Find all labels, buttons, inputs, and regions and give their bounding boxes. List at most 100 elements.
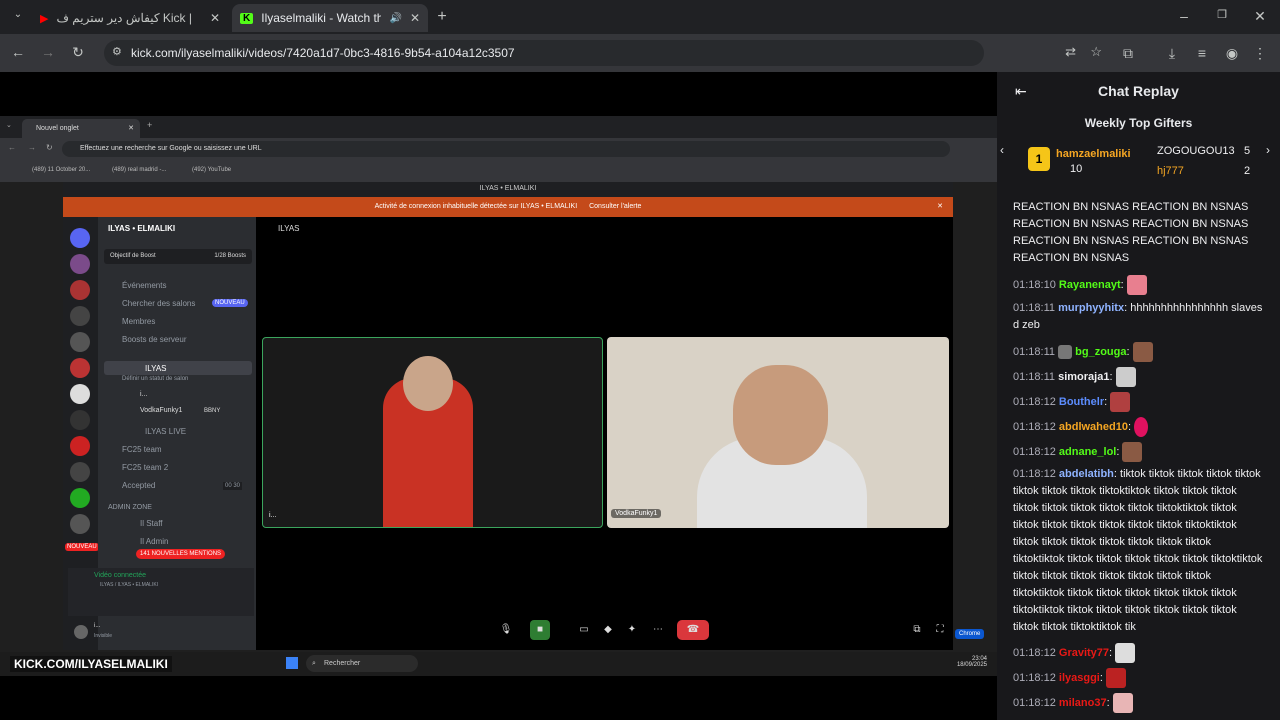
emote-icon: [1126, 275, 1147, 295]
voice-user[interactable]: VodkaFunky1: [140, 407, 182, 414]
voice-channel-item[interactable]: Accepted: [122, 481, 155, 490]
translate-icon[interactable]: ⇄: [1065, 44, 1076, 60]
voice-channel-item[interactable]: ILYAS LIVE: [145, 427, 186, 436]
back-icon[interactable]: ←: [8, 44, 28, 60]
tab-kick[interactable]: K Ilyaselmaliki - Watch the VC 🔊 ✕: [232, 4, 428, 32]
tab-search-icon[interactable]: ⌄: [8, 9, 28, 20]
chat-username[interactable]: murphyyhitx: [1058, 302, 1124, 314]
chat-username[interactable]: bg_zouga: [1075, 346, 1126, 358]
gifter-name[interactable]: ZOGOUGOU13: [1157, 145, 1235, 157]
emote-icon: [1115, 367, 1136, 387]
category-admin-zone[interactable]: ADMIN ZONE: [108, 504, 152, 511]
menu-icon[interactable]: ⋮: [1250, 45, 1270, 62]
chat-username[interactable]: simoraja1: [1058, 371, 1109, 383]
window-close-icon[interactable]: ✕: [1250, 8, 1270, 25]
chat-username[interactable]: abdelatibh: [1059, 468, 1114, 480]
reload-icon: ↻: [46, 143, 53, 152]
voice-channel-item[interactable]: FC25 team: [122, 445, 162, 454]
menu-events[interactable]: Événements: [122, 281, 166, 290]
menu-server-boosts[interactable]: Boosts de serveur: [122, 335, 186, 344]
user-limit: 00 30: [223, 482, 243, 490]
speaker-icon[interactable]: 🔊: [389, 13, 401, 24]
chat-message: 01:18:11 bg_zouga:: [1013, 342, 1263, 362]
cam-label: VodkaFunky1: [611, 509, 662, 518]
webcam-tile-2[interactable]: VodkaFunky1: [607, 337, 949, 528]
download-icon[interactable]: ⤓: [1162, 45, 1182, 62]
person-head: [403, 356, 453, 411]
soundboard-icon[interactable]: ✦: [620, 620, 644, 640]
inner-tab: Nouvel onglet ✕: [22, 119, 140, 138]
emote-icon: [1122, 442, 1143, 462]
server-icon: [70, 462, 90, 482]
camera-icon[interactable]: ■: [530, 620, 550, 640]
voice-channel-item[interactable]: Il Staff: [140, 519, 163, 528]
discord-title: ILYAS • ELMALIKI: [63, 182, 953, 196]
chat-username[interactable]: Bouthelr: [1059, 396, 1104, 408]
reload-icon[interactable]: ↻: [68, 44, 88, 61]
screen-share-icon[interactable]: ▭: [572, 620, 596, 640]
taskbar-clock[interactable]: 23:04 18/09/2025: [955, 656, 987, 668]
avatar[interactable]: [74, 625, 88, 639]
inner-address-bar: ← → ↻ Effectuez une recherche sur Google…: [0, 138, 997, 160]
webcam-tile-1[interactable]: i...: [262, 337, 603, 528]
menu-browse-channels[interactable]: Chercher des salons: [122, 299, 195, 308]
user-name[interactable]: i...: [94, 623, 100, 629]
close-icon[interactable]: ✕: [410, 11, 420, 25]
bookmark-star-icon[interactable]: ☆: [1090, 44, 1102, 60]
tab-title: كيفاش دير ستريم ف Kick | كل ما: [56, 11, 196, 25]
chevron-left-icon[interactable]: ‹: [1000, 143, 1004, 157]
taskbar-search[interactable]: ⌕ Rechercher: [306, 655, 418, 672]
voice-channel-name[interactable]: ILYAS: [145, 364, 167, 373]
menu-members[interactable]: Membres: [122, 317, 155, 326]
extensions-icon[interactable]: ⧉: [1118, 45, 1138, 62]
gifter-name[interactable]: hamzaelmaliki: [1056, 148, 1131, 160]
popout-icon[interactable]: ⧉: [905, 620, 929, 640]
voice-channel-item[interactable]: FC25 team 2: [122, 463, 168, 472]
maximize-icon[interactable]: ❐: [1212, 8, 1232, 21]
chat-username[interactable]: adnane_lol: [1059, 446, 1116, 458]
mentions-pill[interactable]: 141 NOUVELLES MENTIONS: [136, 549, 226, 559]
inner-tabstrip: ⌄ Nouvel onglet ✕ +: [0, 116, 997, 138]
windows-start-icon[interactable]: [286, 657, 298, 669]
url-text[interactable]: kick.com/ilyaselmaliki/videos/7420a1d7-0…: [131, 46, 515, 60]
disconnect-icon[interactable]: ☎: [677, 620, 709, 640]
minimize-icon[interactable]: –: [1174, 8, 1194, 24]
gifter-name[interactable]: hj777: [1157, 165, 1184, 177]
server-icon: [70, 514, 90, 534]
voice-user[interactable]: i...: [140, 391, 147, 398]
chat-username[interactable]: ilyasggi: [1059, 672, 1100, 684]
emote-icon: [1112, 693, 1133, 713]
site-info-icon[interactable]: ⚙: [112, 45, 122, 58]
chat-username[interactable]: milano37: [1059, 697, 1107, 709]
tab-youtube[interactable]: ▶ كيفاش دير ستريم ف Kick | كل ما ✕: [32, 4, 228, 32]
emote-icon: [1132, 342, 1153, 362]
profile-icon[interactable]: ◉: [1222, 45, 1242, 62]
more-options-icon[interactable]: ⋯: [646, 620, 670, 640]
close-icon: ✕: [937, 203, 943, 210]
inner-bookmarks-bar: (489) 11 October 20... (489) real madrid…: [0, 160, 997, 182]
fullscreen-icon[interactable]: ⛶: [928, 620, 952, 640]
close-icon[interactable]: ✕: [210, 11, 220, 25]
rank-badge: 1: [1028, 147, 1050, 171]
kick-overlay-banner: KICK.COM/ILYASELMALIKI: [10, 656, 172, 672]
chat-username[interactable]: Rayanenayt: [1059, 279, 1121, 291]
chat-username[interactable]: abdlwahed10: [1059, 421, 1128, 433]
address-bar[interactable]: ⚙ kick.com/ilyaselmaliki/videos/7420a1d7…: [104, 40, 1102, 66]
chat-username[interactable]: Gravity77: [1059, 647, 1109, 659]
browser-tabstrip: ⌄ ▶ كيفاش دير ستريم ف Kick | كل ما ✕ K I…: [0, 0, 1280, 34]
forward-icon[interactable]: →: [38, 44, 58, 60]
connection-location: ILYAS / ILYAS • ELMALIKI: [100, 582, 159, 588]
chat-message: 01:18:12 milano37:: [1013, 693, 1263, 713]
microphone-icon[interactable]: 🎙: [494, 620, 518, 640]
chevron-right-icon[interactable]: ›: [1266, 143, 1270, 157]
activity-icon[interactable]: ◆: [596, 620, 620, 640]
voice-status[interactable]: Définir un statut de salon: [122, 376, 188, 382]
server-icon: [70, 488, 90, 508]
boost-goal[interactable]: Objectif de Boost 1/28 Boosts: [104, 249, 252, 264]
new-server-badge: NOUVEAU: [65, 543, 99, 551]
voice-channel-active[interactable]: [104, 361, 252, 375]
new-tab-icon[interactable]: +: [432, 8, 452, 26]
server-name[interactable]: ILYAS • ELMALIKI: [108, 224, 175, 233]
media-control-icon[interactable]: ≡: [1192, 45, 1212, 61]
voice-channel-item[interactable]: Il Admin: [140, 537, 168, 546]
